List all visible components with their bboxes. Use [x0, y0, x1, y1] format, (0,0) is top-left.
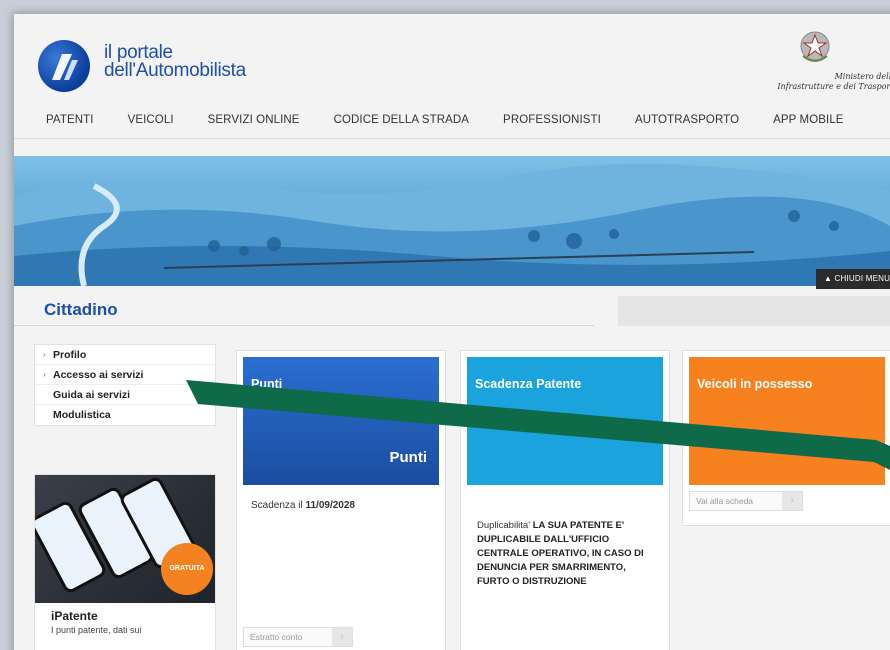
app-screenshot-image: GRATUITA: [35, 475, 215, 603]
sidebar-item-guida-ai-servizi[interactable]: Guida ai servizi: [35, 385, 215, 405]
estratto-conto-button[interactable]: Estratto conto ›: [243, 627, 353, 647]
chiudi-menu-button[interactable]: ▲ CHIUDI MENU: [816, 269, 890, 289]
ministry-line1: Ministero delle: [834, 72, 890, 81]
card-veicoli-header: Veicoli in possesso: [689, 357, 885, 485]
chiudi-menu-label: CHIUDI MENU: [834, 274, 890, 283]
estratto-conto-label: Estratto conto: [250, 632, 303, 642]
card-punti-title: Punti: [251, 377, 283, 391]
logo-line2: dell'Automobilista: [104, 60, 246, 81]
portal-logo-text[interactable]: il portale dell'Automobilista: [104, 43, 246, 81]
nav-item-patenti[interactable]: PATENTI: [46, 114, 94, 136]
nav-divider: [14, 138, 890, 139]
card-punti-body: Scadenza il 11/09/2028: [237, 485, 445, 527]
vai-alla-scheda-label: Vai alla scheda: [696, 496, 754, 506]
portal-logo-icon[interactable]: [38, 40, 90, 92]
site-header: il portale dell'Automobilista Ministero …: [14, 14, 890, 126]
gratuita-badge: GRATUITA: [161, 543, 213, 595]
sidebar-item-label: Modulistica: [53, 409, 111, 421]
main-nav: PATENTI VEICOLI SERVIZI ONLINE CODICE DE…: [14, 114, 890, 136]
nav-item-autotrasporto[interactable]: AUTOTRASPORTO: [635, 114, 739, 136]
landscape-image: [14, 164, 890, 286]
nav-item-codice-della-strada[interactable]: CODICE DELLA STRADA: [334, 114, 469, 136]
vai-alla-scheda-button[interactable]: Vai alla scheda ›: [689, 491, 803, 511]
promo-description: I punti patente, dati sui: [51, 625, 142, 635]
card-punti[interactable]: Punti Punti Scadenza il 11/09/2028 Estra…: [236, 350, 446, 650]
card-veicoli-in-possesso[interactable]: Veicoli in possesso Vai alla scheda ›: [682, 350, 890, 526]
caret-right-icon: ›: [43, 370, 46, 379]
page-title: Cittadino: [44, 300, 118, 319]
chevron-right-icon: ›: [782, 492, 802, 510]
chevron-up-icon: ▲: [824, 274, 835, 283]
card-punti-big-label: Punti: [389, 449, 428, 466]
sidebar-item-label: Profilo: [53, 349, 87, 361]
italian-republic-emblem-icon: [800, 31, 830, 62]
ministry-line2: Infrastrutture e dei Trasporti: [777, 82, 890, 91]
sidebar-item-modulistica[interactable]: Modulistica: [35, 405, 215, 425]
nav-item-professionisti[interactable]: PROFESSIONISTI: [503, 114, 601, 136]
caret-right-icon: ›: [43, 350, 46, 359]
search-bar-area: [618, 296, 890, 326]
nav-item-app-mobile[interactable]: APP MOBILE: [773, 114, 843, 136]
scadenza-prefix: Scadenza il: [251, 500, 306, 511]
sidebar-item-profilo[interactable]: › Profilo: [35, 345, 215, 365]
card-scadenza-patente[interactable]: Scadenza Patente Duplicabilita' LA SUA P…: [460, 350, 670, 650]
card-scadenza-body: Duplicabilita' LA SUA PATENTE E' DUPLICA…: [477, 519, 657, 589]
sidebar-item-label: Accesso ai servizi: [53, 369, 144, 381]
hero-banner: [14, 156, 890, 286]
sidebar-menu: › Profilo › Accesso ai servizi Guida ai …: [34, 344, 216, 426]
ministry-label: Ministero delle Infrastrutture e dei Tra…: [736, 72, 890, 92]
promo-title: iPatente: [51, 609, 98, 623]
card-scadenza-header: Scadenza Patente: [467, 357, 663, 485]
ipatente-promo[interactable]: GRATUITA iPatente I punti patente, dati …: [34, 474, 216, 650]
sidebar-item-label: Guida ai servizi: [53, 389, 131, 401]
chevron-right-icon: ›: [332, 628, 352, 646]
browser-viewport: il portale dell'Automobilista Ministero …: [14, 14, 890, 650]
card-scadenza-title: Scadenza Patente: [475, 377, 582, 391]
sidebar-item-accesso-ai-servizi[interactable]: › Accesso ai servizi: [35, 365, 215, 385]
title-divider: [14, 325, 594, 326]
card-veicoli-title: Veicoli in possesso: [697, 377, 813, 391]
nav-item-servizi-online[interactable]: SERVIZI ONLINE: [208, 114, 300, 136]
duplicabilita-label: Duplicabilita': [477, 520, 531, 531]
card-punti-header: Punti Punti: [243, 357, 439, 485]
scadenza-date: 11/09/2028: [305, 500, 355, 511]
nav-item-veicoli[interactable]: VEICOLI: [128, 114, 174, 136]
